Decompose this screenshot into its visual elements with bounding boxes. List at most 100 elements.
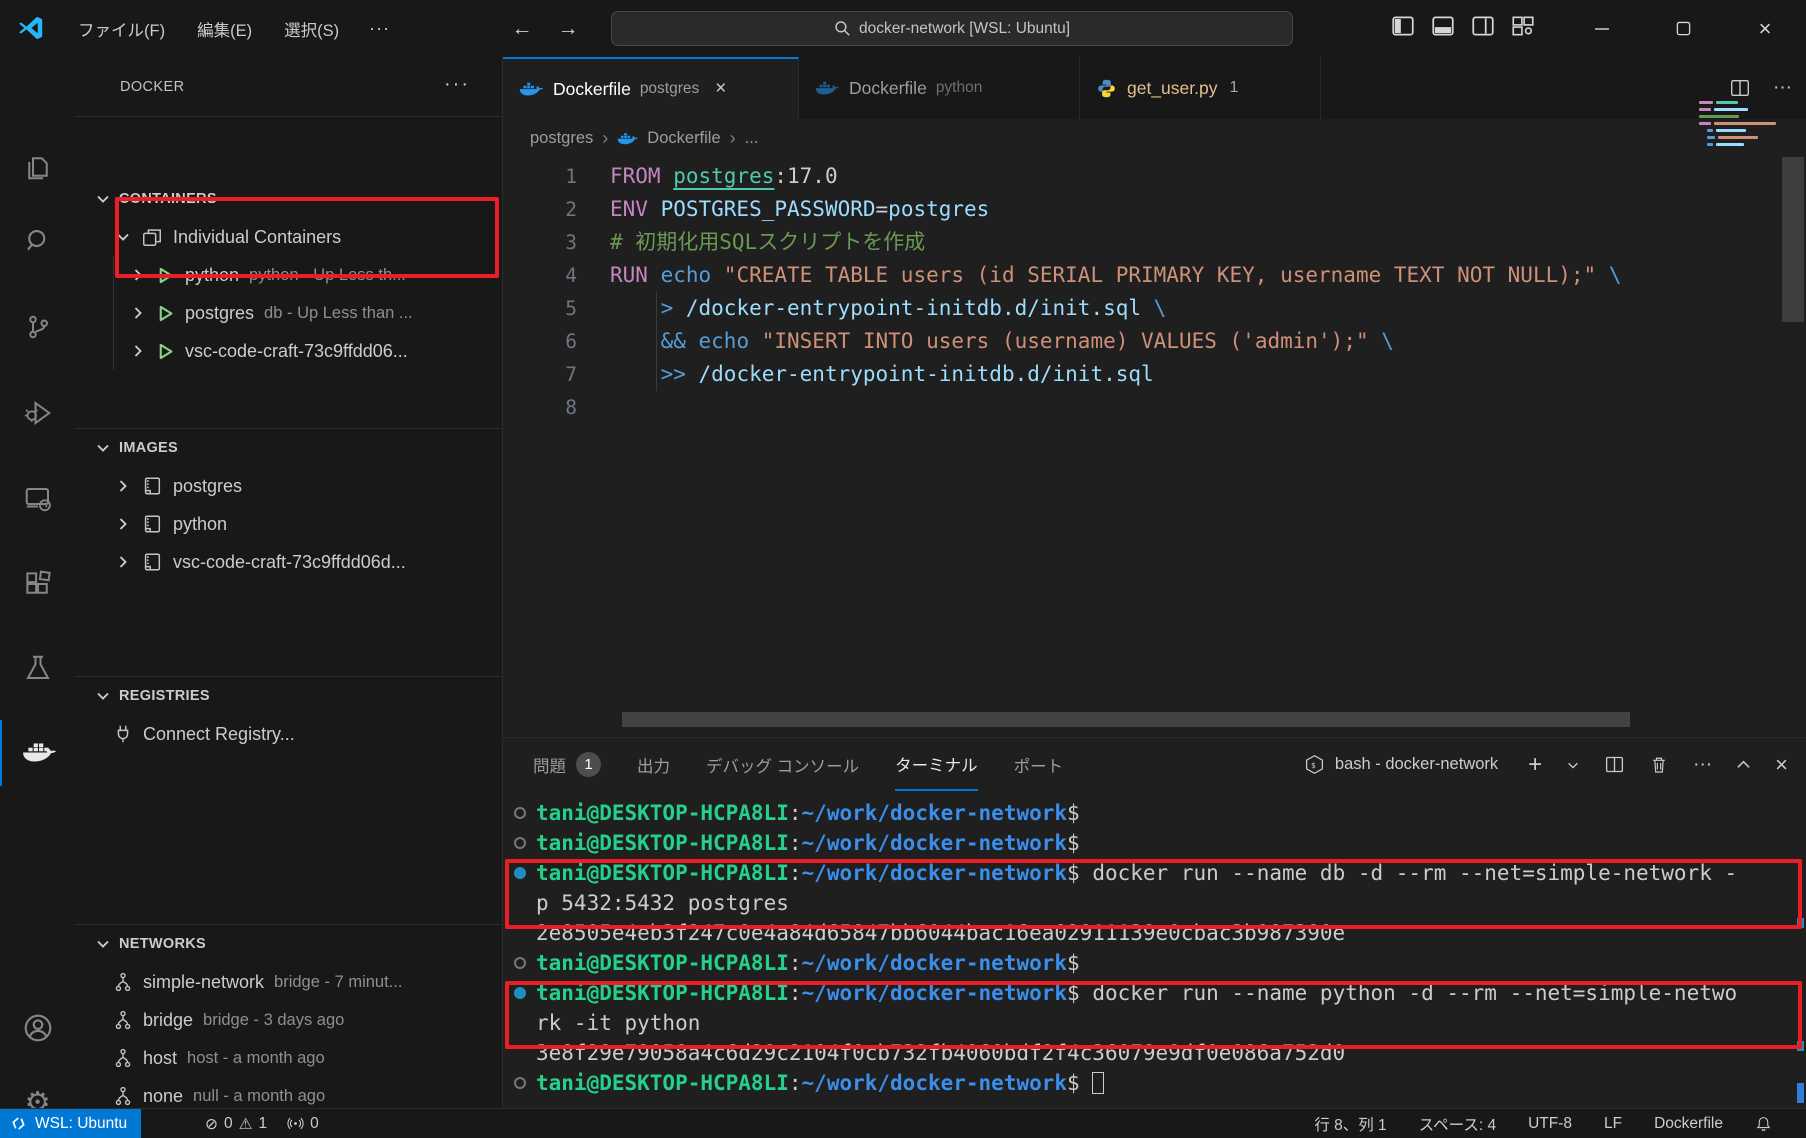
encoding[interactable]: UTF-8 <box>1528 1115 1572 1133</box>
command-decoration-icon[interactable] <box>514 1077 526 1089</box>
section-header-networks[interactable]: NETWORKS <box>75 925 502 963</box>
image-item-vsc-code-craft-73c9ffdd06d-[interactable]: vsc-code-craft-73c9ffdd06d... <box>75 543 502 581</box>
cursor-position[interactable]: 行 8、列 1 <box>1314 1113 1386 1135</box>
network-item-simple-network[interactable]: simple-networkbridge - 7 minut... <box>75 963 502 1001</box>
tab-dockerfile-python[interactable]: Dockerfile python <box>799 57 1080 119</box>
container-item-postgres[interactable]: postgresdb - Up Less than ... <box>75 294 502 332</box>
image-item-python[interactable]: python <box>75 505 502 543</box>
tab-detail: postgres <box>640 80 699 98</box>
ports-status[interactable]: 0 <box>287 1115 319 1133</box>
image-icon <box>141 475 163 497</box>
run-debug-icon[interactable] <box>0 380 75 446</box>
source-control-icon[interactable] <box>0 294 75 360</box>
language-mode[interactable]: Dockerfile <box>1654 1115 1723 1133</box>
toggle-secondary-sidebar-icon[interactable] <box>1470 13 1496 39</box>
remote-indicator[interactable]: WSL: Ubuntu <box>0 1109 141 1138</box>
panel-tab-ポート[interactable]: ポート <box>1014 738 1064 791</box>
python-file-icon <box>1096 78 1117 99</box>
explorer-icon[interactable] <box>0 134 75 200</box>
editor-more-actions-icon[interactable]: ··· <box>1773 77 1792 99</box>
panel-tab-問題[interactable]: 問題1 <box>533 738 601 791</box>
tab-get-user-py[interactable]: get_user.py 1 <box>1080 57 1321 119</box>
command-decoration-icon[interactable] <box>514 807 526 819</box>
customize-layout-icon[interactable] <box>1510 13 1536 39</box>
remote-explorer-icon[interactable] <box>0 466 75 532</box>
terminal-icon: $ <box>1304 754 1325 775</box>
editor-vertical-scrollbar[interactable] <box>1782 157 1804 322</box>
new-terminal-icon[interactable]: + <box>1528 751 1542 779</box>
command-center-search[interactable]: docker-network [WSL: Ubuntu] <box>611 11 1293 46</box>
tab-dockerfile-postgres[interactable]: Dockerfile postgres × <box>503 57 799 119</box>
line-number: 1 <box>503 160 577 193</box>
panel-tab-出力[interactable]: 出力 <box>637 738 670 791</box>
code-token: "CREATE TABLE users (id SERIAL PRIMARY K… <box>724 263 1596 287</box>
menu-more-icon[interactable]: ··· <box>355 12 404 45</box>
nav-back-icon[interactable]: ← <box>505 14 539 44</box>
terminal-instance[interactable]: $ bash - docker-network <box>1304 754 1498 775</box>
breadcrumb-symbol[interactable]: ... <box>745 129 759 148</box>
terminal-dropdown-icon[interactable] <box>1566 758 1580 772</box>
menu-selection[interactable]: 選択(S) <box>268 11 355 47</box>
menu-file[interactable]: ファイル(F) <box>62 11 181 47</box>
section-header-registries[interactable]: REGISTRIES <box>75 677 502 715</box>
minimap[interactable] <box>1695 97 1781 182</box>
nav-forward-icon[interactable]: → <box>551 14 585 44</box>
sidebar-more-actions-icon[interactable]: ··· <box>444 73 470 96</box>
container-item-vsc-code-craft-73c9ffdd06-[interactable]: vsc-code-craft-73c9ffdd06... <box>75 332 502 370</box>
accounts-icon[interactable] <box>0 995 75 1061</box>
toggle-panel-icon[interactable] <box>1430 13 1456 39</box>
indentation[interactable]: スペース: 4 <box>1419 1113 1496 1135</box>
command-decoration-icon[interactable] <box>514 867 526 879</box>
problems-status[interactable]: ⊘ 0 ⚠ 1 <box>205 1115 267 1133</box>
panel-tab-デバッグ コンソール[interactable]: デバッグ コンソール <box>706 738 859 791</box>
terminal-text: ~/work/docker-network <box>802 1071 1068 1095</box>
close-panel-icon[interactable]: × <box>1775 752 1788 778</box>
window-close-button[interactable]: × <box>1742 0 1788 57</box>
terminal-content[interactable]: tani@DESKTOP-HCPA8LI:~/work/docker-netwo… <box>503 798 1793 1108</box>
terminal-cursor[interactable] <box>1092 1072 1104 1094</box>
kill-terminal-icon[interactable] <box>1649 754 1669 775</box>
command-decoration-icon[interactable] <box>514 957 526 969</box>
network-name: none <box>143 1086 183 1107</box>
docker-extension-icon[interactable] <box>0 720 75 786</box>
terminal-text: 3e8f29e79058a4c6d29c2104f0cb732fb4060bdf… <box>536 1041 1345 1065</box>
split-terminal-icon[interactable] <box>1604 754 1625 775</box>
code-editor[interactable]: 1FROM postgres:17.02ENV POSTGRES_PASSWOR… <box>503 160 1693 700</box>
split-editor-icon[interactable] <box>1729 77 1751 99</box>
line-number: 4 <box>503 259 577 292</box>
section-header-containers[interactable]: CONTAINERS <box>75 180 502 218</box>
panel-more-actions-icon[interactable]: ··· <box>1693 754 1712 776</box>
section-header-images[interactable]: IMAGES <box>75 429 502 467</box>
testing-icon[interactable] <box>0 635 75 701</box>
editor-horizontal-scrollbar[interactable] <box>622 712 1630 727</box>
network-item-bridge[interactable]: bridgebridge - 3 days ago <box>75 1001 502 1039</box>
command-decoration-icon[interactable] <box>514 837 526 849</box>
window-maximize-button[interactable] <box>1660 0 1706 57</box>
menu-edit[interactable]: 編集(E) <box>181 11 268 47</box>
activity-bar: ⚙ <box>0 57 75 1108</box>
connect-registry-button[interactable]: Connect Registry... <box>75 715 502 753</box>
toggle-sidebar-icon[interactable] <box>1390 13 1416 39</box>
eol-sequence[interactable]: LF <box>1604 1115 1622 1133</box>
image-item-postgres[interactable]: postgres <box>75 467 502 505</box>
tab-close-icon[interactable]: × <box>715 78 726 100</box>
breadcrumb-folder[interactable]: postgres <box>530 129 593 148</box>
maximize-panel-icon[interactable] <box>1736 757 1751 772</box>
window-minimize-button[interactable] <box>1579 0 1625 57</box>
terminal-scrollbar[interactable] <box>1797 798 1804 1103</box>
search-sidebar-icon[interactable] <box>0 208 75 274</box>
code-token: echo <box>699 329 762 353</box>
notifications-bell-icon[interactable] <box>1755 1115 1772 1133</box>
panel-tab-label: デバッグ コンソール <box>706 753 859 777</box>
terminal-text: ~/work/docker-network <box>802 981 1068 1005</box>
panel-tab-ターミナル[interactable]: ターミナル <box>895 738 978 791</box>
container-item-python[interactable]: pythonpython - Up Less th... <box>75 256 502 294</box>
code-token: :17.0 <box>774 164 837 188</box>
command-decoration-icon[interactable] <box>514 987 526 999</box>
tree-item-individual-containers[interactable]: Individual Containers <box>75 218 502 256</box>
network-item-host[interactable]: hosthost - a month ago <box>75 1039 502 1077</box>
terminal-text: : <box>789 981 802 1005</box>
breadcrumb-file[interactable]: Dockerfile <box>647 129 720 148</box>
bottom-panel: 問題1 出力 デバッグ コンソール ターミナルポート $ bash - docker-… <box>503 737 1806 1108</box>
extensions-icon[interactable] <box>0 551 75 617</box>
